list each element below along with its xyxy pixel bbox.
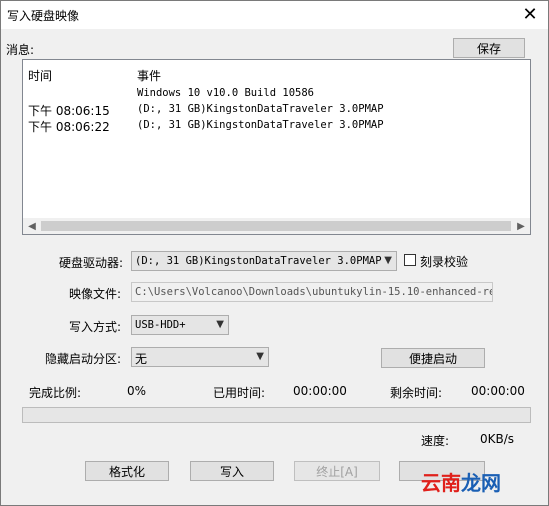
log-row-event: (D:, 31 GB)KingstonDataTraveler 3.0PMAP xyxy=(137,119,384,131)
remaining-time-label: 剩余时间: xyxy=(390,386,443,400)
stop-button[interactable]: 终止[A] xyxy=(294,461,380,481)
chevron-down-icon: ▼ xyxy=(256,351,264,362)
hidden-partition-value: 无 xyxy=(135,352,148,366)
scroll-left-icon[interactable]: ◀ xyxy=(25,220,39,232)
log-header-time: 时间 xyxy=(28,69,53,83)
progress-bar xyxy=(22,407,531,423)
hidden-partition-select[interactable]: 无 ▼ xyxy=(131,347,269,367)
close-icon[interactable]: ✕ xyxy=(518,3,542,25)
title-bar: 写入硬盘映像 ✕ xyxy=(1,1,548,29)
log-row-event: (D:, 31 GB)KingstonDataTraveler 3.0PMAP xyxy=(137,103,384,115)
format-button[interactable]: 格式化 xyxy=(85,461,169,481)
speed-label: 速度: xyxy=(421,434,450,448)
window-title: 写入硬盘映像 xyxy=(7,9,80,23)
elapsed-time-value: 00:00:00 xyxy=(293,384,347,398)
remaining-time-value: 00:00:00 xyxy=(471,384,525,398)
drive-select-value: (D:, 31 GB)KingstonDataTraveler 3.0PMAP xyxy=(135,255,382,267)
message-log[interactable]: 时间 事件 Windows 10 v10.0 Build 10586 下午 08… xyxy=(22,59,531,235)
log-row-event: Windows 10 v10.0 Build 10586 xyxy=(137,87,315,99)
image-file-value: C:\Users\Volcanoo\Downloads\ubuntukylin-… xyxy=(135,286,493,298)
log-row-time: 下午 08:06:22 xyxy=(28,120,110,134)
write-method-select[interactable]: USB-HDD+ ▼ xyxy=(131,315,229,335)
speed-value: 0KB/s xyxy=(480,432,515,446)
scroll-right-icon[interactable]: ▶ xyxy=(514,220,528,232)
elapsed-time-label: 已用时间: xyxy=(213,386,266,400)
quick-boot-button[interactable]: 便捷启动 xyxy=(381,348,485,368)
scrollbar-thumb[interactable] xyxy=(41,221,511,231)
log-header-event: 事件 xyxy=(137,69,162,83)
log-horizontal-scrollbar[interactable]: ◀ ▶ xyxy=(23,218,530,234)
watermark-logo: 云南龙网 xyxy=(421,467,501,496)
chevron-down-icon: ▼ xyxy=(384,255,392,266)
complete-ratio-label: 完成比例: xyxy=(29,386,82,400)
drive-label: 硬盘驱动器: xyxy=(59,256,124,270)
messages-label: 消息: xyxy=(6,43,35,57)
write-disk-image-dialog: 写入硬盘映像 ✕ 消息: 保存 时间 事件 Windows 10 v10.0 B… xyxy=(0,0,549,506)
chevron-down-icon: ▼ xyxy=(216,319,224,330)
watermark-text-blue: 龙网 xyxy=(461,471,501,495)
verify-label: 刻录校验 xyxy=(420,255,469,269)
verify-checkbox[interactable] xyxy=(404,254,416,266)
watermark-text-red: 云南 xyxy=(421,471,461,495)
hidden-partition-label: 隐藏启动分区: xyxy=(45,352,122,366)
log-row-time: 下午 08:06:15 xyxy=(28,104,110,118)
write-method-value: USB-HDD+ xyxy=(135,319,186,331)
save-button[interactable]: 保存 xyxy=(453,38,525,58)
drive-select[interactable]: (D:, 31 GB)KingstonDataTraveler 3.0PMAP … xyxy=(131,251,397,271)
complete-ratio-value: 0% xyxy=(127,384,147,398)
image-file-field[interactable]: C:\Users\Volcanoo\Downloads\ubuntukylin-… xyxy=(131,282,493,302)
write-button[interactable]: 写入 xyxy=(190,461,274,481)
image-file-label: 映像文件: xyxy=(69,287,122,301)
write-method-label: 写入方式: xyxy=(69,320,122,334)
